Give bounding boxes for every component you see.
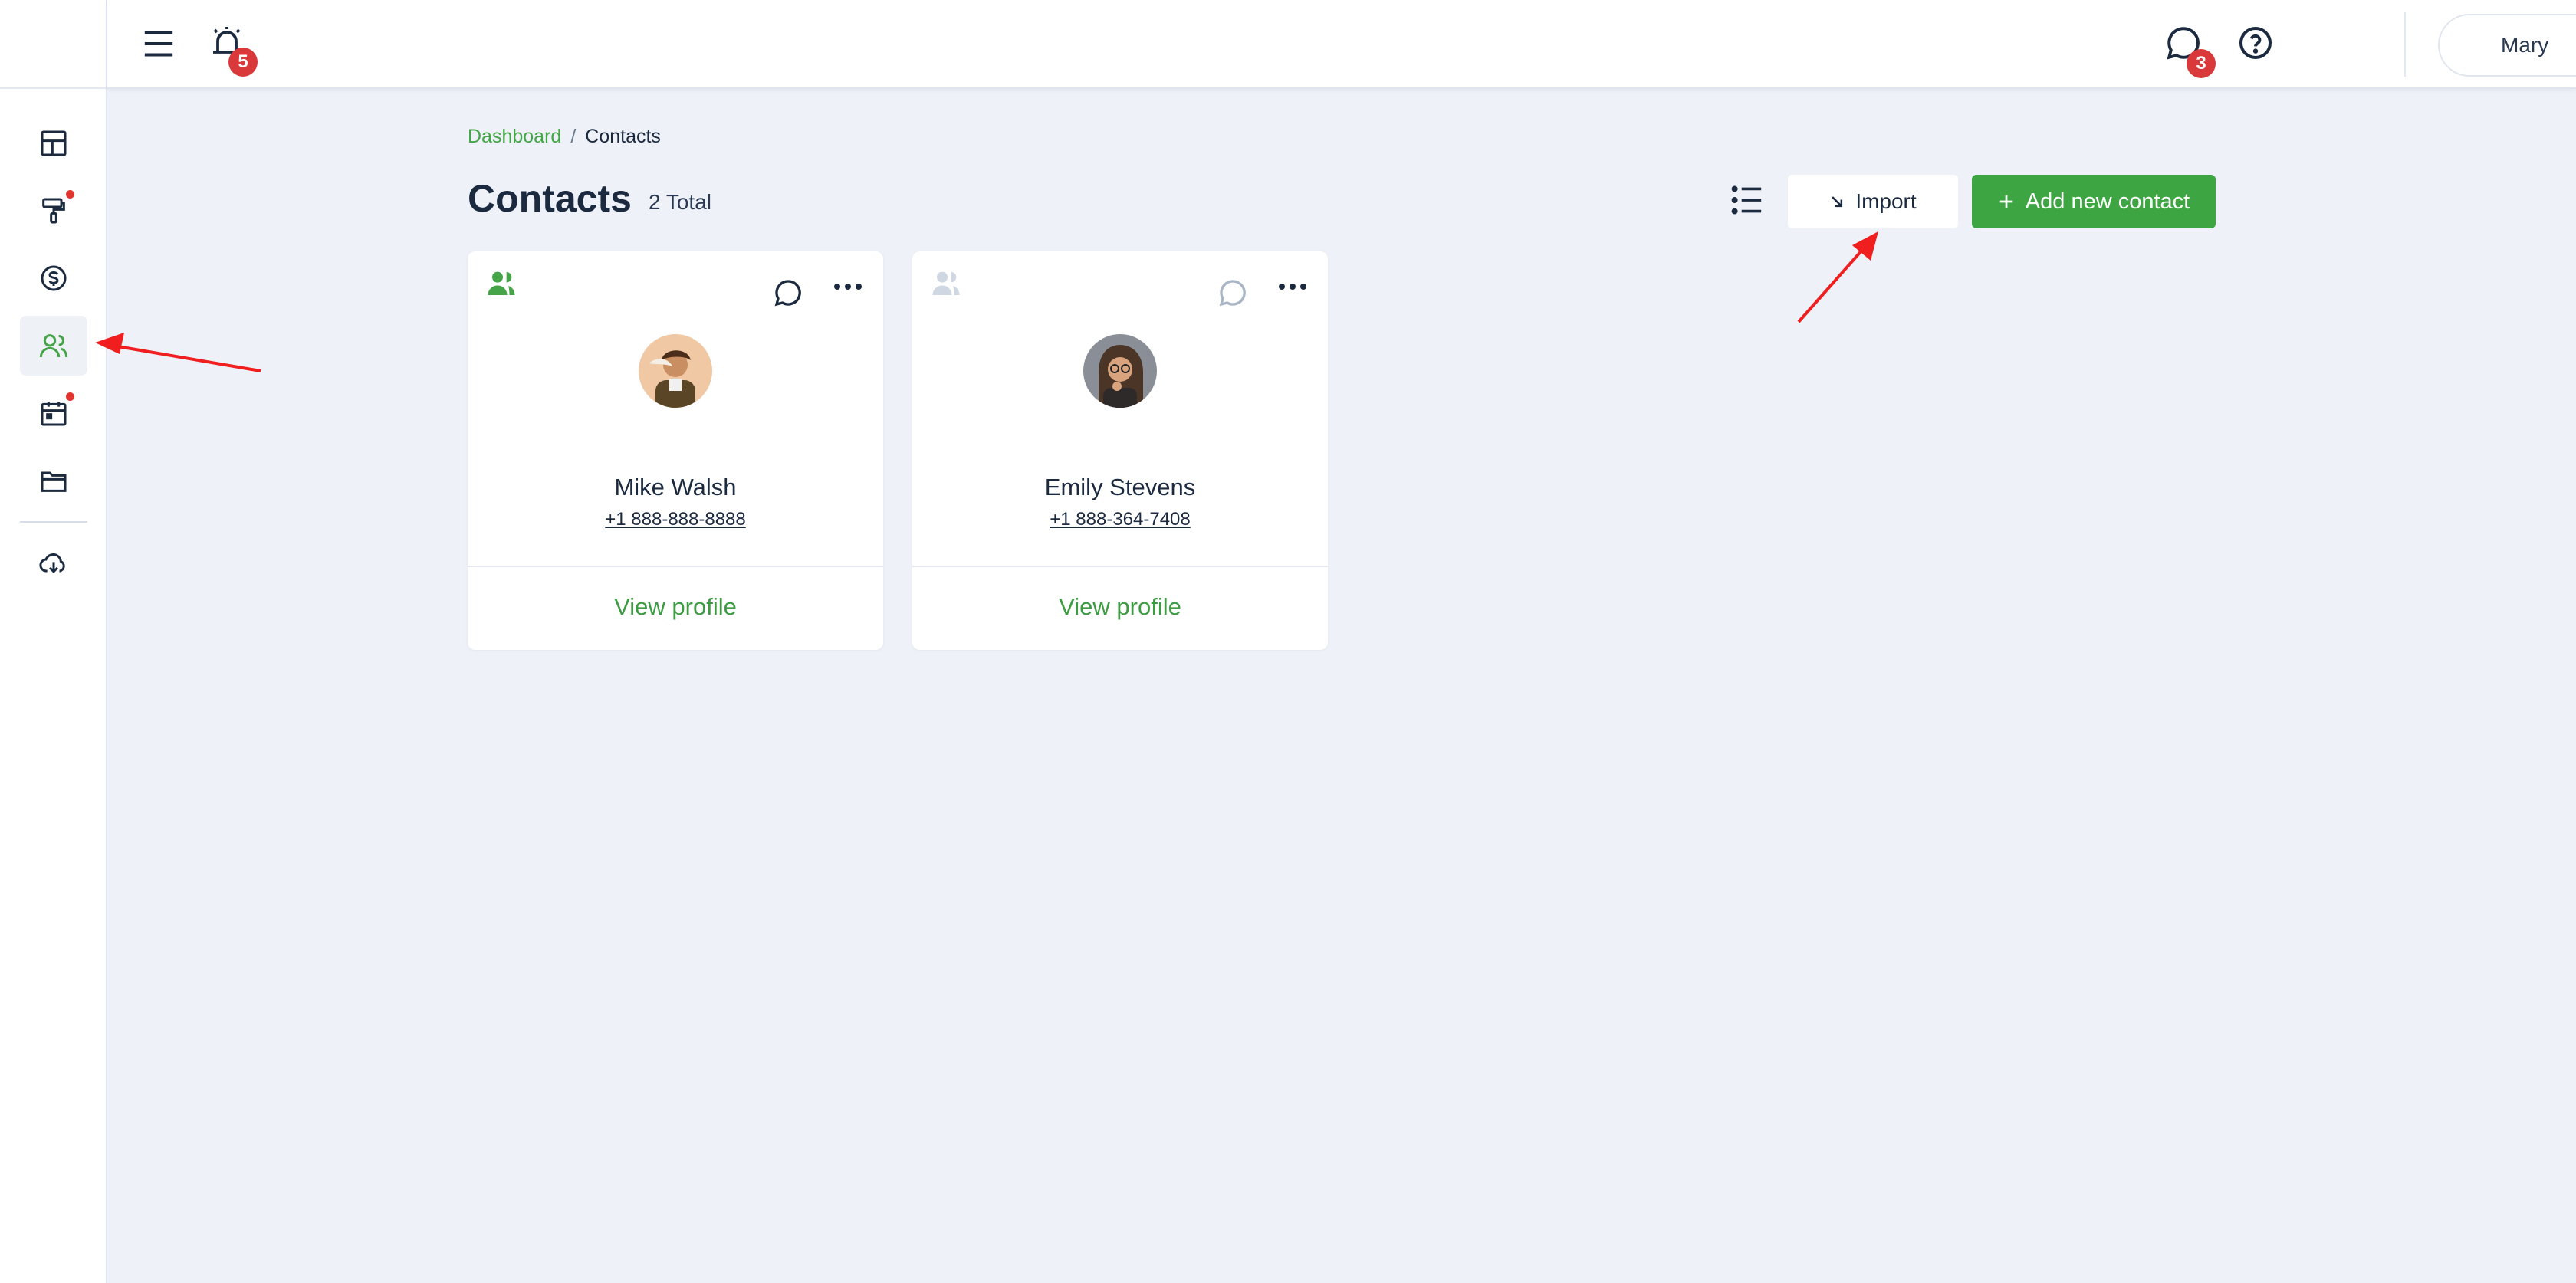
message-icon[interactable] [1217, 277, 1248, 308]
card-divider [468, 566, 883, 567]
breadcrumb-separator: / [570, 126, 577, 147]
view-profile-button[interactable]: View profile [912, 593, 1328, 621]
breadcrumb-dashboard-link[interactable]: Dashboard [468, 126, 561, 148]
total-count: 2 Total [649, 190, 711, 214]
messages-button[interactable]: 3 [2162, 21, 2216, 78]
avatar [639, 334, 712, 408]
import-button-label: Import [1855, 189, 1917, 213]
hamburger-icon [144, 31, 173, 57]
notification-dot [66, 190, 74, 199]
calendar-icon [41, 402, 67, 426]
user-menu[interactable]: Mary [2438, 14, 2576, 77]
sidebar-item-services[interactable] [20, 181, 87, 241]
dashboard-icon [41, 130, 67, 156]
plus-icon [1999, 195, 2013, 208]
sidebar-logo-area [0, 0, 106, 89]
sidebar-item-download[interactable] [20, 533, 87, 593]
sidebar-divider [20, 521, 87, 523]
sidebar-item-calendar[interactable] [20, 383, 87, 443]
sidebar-item-files[interactable] [20, 451, 87, 510]
import-button[interactable]: Import [1788, 175, 1958, 228]
contacts-icon [39, 334, 68, 358]
user-name: Mary [2501, 33, 2549, 57]
sidebar [0, 0, 107, 1283]
contact-name: Emily Stevens [1044, 474, 1196, 500]
breadcrumb: Dashboard / Contacts [468, 126, 661, 148]
contact-card: Emily Stevens +1 888-364-7408 View profi… [912, 251, 1328, 650]
page-title: Contacts [468, 177, 632, 220]
more-options-icon[interactable] [1279, 284, 1306, 290]
breadcrumb-current: Contacts [585, 126, 661, 147]
contact-type-icon [932, 271, 960, 295]
top-header: 5 3 Mary [107, 0, 2576, 89]
add-new-contact-button[interactable]: Add new contact [1972, 175, 2216, 228]
list-icon [1731, 185, 1762, 215]
view-profile-button[interactable]: View profile [468, 593, 883, 621]
message-icon[interactable] [773, 277, 803, 308]
sidebar-item-contacts[interactable] [20, 316, 87, 376]
avatar [1083, 334, 1157, 408]
menu-button[interactable] [138, 23, 179, 64]
header-divider [2404, 12, 2406, 77]
cloud-download-icon [39, 553, 65, 573]
sidebar-item-billing[interactable] [20, 248, 87, 308]
paint-roller-icon [42, 198, 65, 224]
annotation-arrow-contacts [95, 333, 261, 372]
more-options-icon[interactable] [834, 284, 862, 290]
folder-icon [41, 471, 67, 492]
notification-dot [66, 392, 74, 401]
import-arrow-icon [1832, 196, 1843, 208]
alarm-notifications-button[interactable]: 5 [205, 21, 258, 77]
sidebar-item-dashboard[interactable] [20, 113, 87, 173]
annotation-arrow-import [1797, 231, 1878, 323]
contact-phone-link[interactable]: +1 888-888-8888 [468, 509, 883, 530]
messages-badge: 3 [2187, 49, 2216, 78]
dollar-icon [41, 265, 67, 291]
contact-card: Mike Walsh +1 888-888-8888 View profile [468, 251, 883, 650]
card-divider [912, 566, 1328, 567]
add-new-contact-label: Add new contact [2025, 189, 2190, 214]
notifications-badge: 5 [228, 48, 258, 77]
contact-name: Mike Walsh [614, 474, 737, 500]
help-icon [2239, 27, 2272, 59]
contact-type-icon [488, 271, 515, 295]
list-view-toggle[interactable] [1728, 181, 1766, 219]
help-button[interactable] [2236, 23, 2275, 63]
contact-phone-link[interactable]: +1 888-364-7408 [912, 509, 1328, 530]
